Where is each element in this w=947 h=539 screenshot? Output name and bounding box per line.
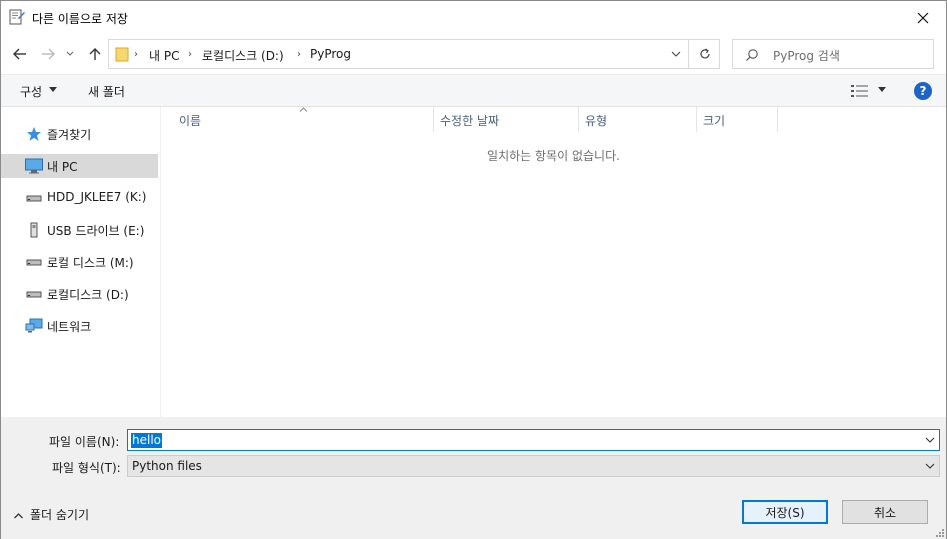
navigation-bar: › 내 PC › 로컬디스크 (D:) › PyProg PyProg 검색: [1, 34, 946, 74]
filetype-value: Python files: [132, 459, 202, 473]
title-bar: 다른 이름으로 저장: [1, 1, 946, 34]
filetype-select[interactable]: Python files: [127, 455, 940, 477]
cancel-button[interactable]: 취소: [842, 500, 928, 524]
filename-label: 파일 이름(N):: [49, 435, 120, 449]
breadcrumb-separator: ›: [134, 49, 138, 60]
column-header-label: 이름: [179, 114, 202, 128]
star-icon: [27, 127, 41, 141]
sidebar-item-label: USB 드라이브 (E:): [47, 224, 145, 238]
filename-input[interactable]: hello: [127, 429, 940, 451]
network-icon: [25, 318, 43, 333]
organize-label: 구성: [20, 85, 43, 99]
sidebar-item-label: 즐겨찾기: [47, 128, 92, 142]
drive-icon: [26, 291, 42, 298]
breadcrumb-separator: ›: [188, 49, 192, 60]
sidebar-item-local-disk-m[interactable]: 로컬 디스크 (M:): [1, 250, 158, 274]
sidebar-item-label: 네트워크: [47, 320, 92, 334]
chevron-down-icon: [66, 51, 74, 56]
arrow-right-icon: [42, 48, 55, 60]
column-header-date-modified[interactable]: 수정한 날짜: [434, 107, 579, 132]
chevron-down-icon[interactable]: [925, 435, 935, 445]
view-options-icon[interactable]: [851, 84, 869, 98]
command-bar: 구성 새 폴더 ?: [1, 74, 946, 107]
refresh-button[interactable]: [688, 40, 720, 68]
forward-button[interactable]: [38, 44, 58, 64]
search-box[interactable]: PyProg 검색: [732, 39, 934, 69]
empty-list-message: 일치하는 항목이 없습니다.: [487, 149, 620, 163]
hide-folders-label: 폴더 숨기기: [30, 508, 90, 522]
sidebar-item-usb-e[interactable]: USB 드라이브 (E:): [1, 218, 158, 242]
resize-grip-icon[interactable]: [935, 528, 945, 538]
drive-icon: [26, 195, 42, 202]
chevron-down-icon: [671, 51, 680, 57]
chevron-up-icon: [14, 513, 23, 519]
back-button[interactable]: [10, 44, 30, 64]
file-list: 이름 수정한 날짜 유형 크기 일치하는 항목이 없습니다.: [161, 107, 946, 417]
sidebar-item-network[interactable]: 네트워크: [1, 314, 158, 338]
filetype-label: 파일 형식(T):: [52, 461, 121, 475]
close-icon: [917, 12, 929, 23]
up-button[interactable]: [85, 44, 105, 64]
caret-down-icon[interactable]: [878, 87, 886, 92]
navigation-pane: 즐겨찾기 내 PC HDD_JKLEE7 (K:) USB 드라이브 (E:): [1, 107, 161, 417]
new-folder-button[interactable]: 새 폴더: [88, 83, 125, 100]
breadcrumb-my-pc[interactable]: 내 PC: [149, 47, 179, 64]
drive-icon: [26, 259, 42, 266]
sidebar-item-label: 로컬디스크 (D:): [47, 288, 129, 302]
breadcrumb-pyprog[interactable]: PyProg: [310, 47, 351, 61]
refresh-icon: [699, 48, 710, 59]
arrow-left-icon: [13, 48, 26, 60]
hide-folders-button[interactable]: 폴더 숨기기: [13, 506, 89, 523]
chevron-down-icon: [925, 463, 935, 469]
column-header-label: 유형: [585, 114, 608, 128]
computer-icon: [25, 158, 43, 174]
search-placeholder: PyProg 검색: [773, 49, 840, 63]
column-header-label: 수정한 날짜: [440, 114, 500, 128]
window-title: 다른 이름으로 저장: [32, 12, 128, 26]
address-bar[interactable]: › 내 PC › 로컬디스크 (D:) › PyProg: [108, 39, 720, 69]
sort-ascending-icon: [299, 107, 308, 112]
column-header-size[interactable]: 크기: [697, 107, 778, 132]
usb-drive-icon: [30, 222, 38, 238]
save-button[interactable]: 저장(S): [742, 500, 828, 524]
sidebar-item-my-pc[interactable]: 내 PC: [1, 154, 158, 178]
sidebar-item-label: 로컬 디스크 (M:): [47, 256, 134, 270]
sidebar-item-label: HDD_JKLEE7 (K:): [47, 190, 147, 204]
save-form: 파일 이름(N): hello 파일 형식(T): Python files 폴…: [1, 417, 946, 539]
close-button[interactable]: [900, 1, 946, 34]
breadcrumb-separator: ›: [297, 49, 301, 60]
filename-value: hello: [131, 433, 162, 448]
save-document-icon: [9, 9, 25, 25]
sidebar-item-local-disk-d[interactable]: 로컬디스크 (D:): [1, 282, 158, 306]
sidebar-item-label: 내 PC: [47, 160, 78, 174]
address-dropdown-button[interactable]: [663, 40, 688, 68]
sidebar-item-hdd-k[interactable]: HDD_JKLEE7 (K:): [1, 186, 158, 210]
search-icon: [746, 49, 758, 61]
organize-menu-button[interactable]: 구성: [20, 83, 42, 100]
sidebar-item-favorites[interactable]: 즐겨찾기: [1, 122, 158, 146]
save-as-dialog: 다른 이름으로 저장 › 내 PC › 로컬디스크 (D:) › PyProg …: [0, 0, 947, 539]
column-header-name[interactable]: 이름: [173, 107, 434, 132]
column-header-type[interactable]: 유형: [579, 107, 697, 132]
recent-locations-button[interactable]: [63, 44, 77, 64]
caret-down-icon: [49, 87, 57, 92]
arrow-up-icon: [89, 48, 101, 60]
column-header-label: 크기: [703, 114, 726, 128]
help-icon[interactable]: ?: [914, 82, 932, 100]
breadcrumb-local-disk-d[interactable]: 로컬디스크 (D:): [202, 47, 284, 64]
folder-icon: [115, 47, 129, 62]
